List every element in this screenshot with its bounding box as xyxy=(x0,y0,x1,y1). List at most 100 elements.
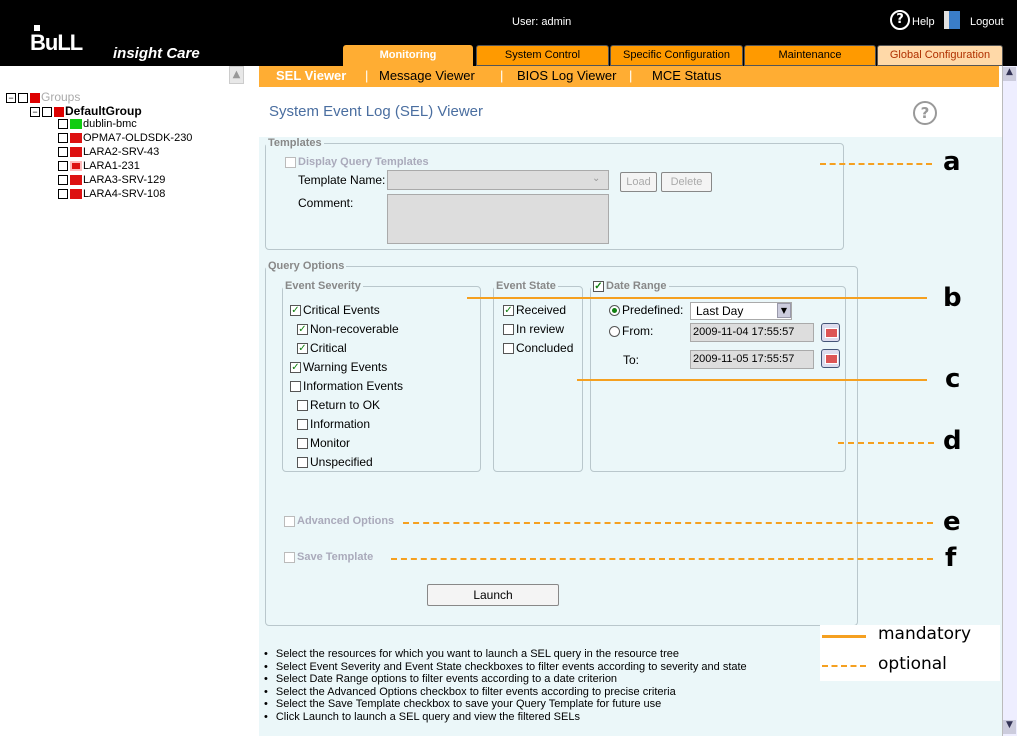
tree-root[interactable]: − Groups xyxy=(6,90,80,104)
tree-checkbox[interactable] xyxy=(58,161,68,172)
logout-link[interactable]: Logout xyxy=(970,16,1004,28)
tree-checkbox[interactable] xyxy=(58,133,68,144)
delete-button[interactable]: Delete xyxy=(661,172,712,192)
checkbox[interactable] xyxy=(297,400,308,412)
display-query-templates-checkbox[interactable]: Display Query Templates xyxy=(285,156,429,168)
comment-textarea[interactable] xyxy=(387,194,609,244)
checkbox[interactable]: ✓ xyxy=(297,343,308,355)
logout-icon[interactable] xyxy=(944,11,960,29)
severity-label: Information xyxy=(310,417,371,431)
instruction-item: Select Event Severity and Event State ch… xyxy=(264,661,747,674)
subtab-mce-status[interactable]: MCE Status xyxy=(652,68,721,83)
tree-checkbox[interactable] xyxy=(58,189,68,200)
tree-item[interactable]: LARA3-SRV-129 xyxy=(58,174,165,186)
vertical-scrollbar[interactable] xyxy=(1002,66,1017,736)
checkbox[interactable] xyxy=(290,381,301,393)
from-radio[interactable]: From: xyxy=(609,324,653,338)
tree-item-label: LARA4-SRV-108 xyxy=(83,188,166,200)
annotation-letter-c: c xyxy=(945,364,961,394)
state-checkbox-item[interactable]: In review xyxy=(503,322,564,336)
tab-maintenance[interactable]: Maintenance xyxy=(744,45,876,66)
checkbox[interactable] xyxy=(297,457,308,469)
subtab-separator: | xyxy=(500,68,504,83)
tree-item[interactable]: LARA1-231 xyxy=(58,160,140,172)
tree-scroll-up[interactable]: ▲ xyxy=(229,66,244,84)
subtab-bios-log-viewer[interactable]: BIOS Log Viewer xyxy=(517,68,616,83)
predefined-label: Predefined: xyxy=(622,303,684,317)
annotation-line-f xyxy=(391,558,933,560)
date-range-checkbox[interactable]: ✓ xyxy=(593,280,604,292)
severity-checkbox-item[interactable]: Monitor xyxy=(297,436,350,450)
tree-checkbox[interactable] xyxy=(58,119,68,130)
checkbox[interactable] xyxy=(297,438,308,450)
display-query-templates-label: Display Query Templates xyxy=(298,156,429,168)
calendar-icon[interactable] xyxy=(821,349,840,368)
instruction-item: Select the resources for which you want … xyxy=(264,648,747,661)
user-label: User: admin xyxy=(512,16,572,28)
severity-checkbox-item[interactable]: Return to OK xyxy=(297,398,380,412)
subtab-sel-viewer[interactable]: SEL Viewer xyxy=(276,68,346,83)
tree-item[interactable]: OPMA7-OLDSDK-230 xyxy=(58,132,192,144)
tree-item[interactable]: dublin-bmc xyxy=(58,118,137,130)
query-options-legend: Query Options xyxy=(268,260,345,272)
checkbox[interactable] xyxy=(503,343,514,355)
scroll-up-arrow[interactable]: ▲ xyxy=(1003,67,1016,81)
optional-line-sample xyxy=(822,665,866,667)
from-date-input[interactable]: 2009-11-04 17:55:57 xyxy=(690,323,814,342)
to-date-input[interactable]: 2009-11-05 17:55:57 xyxy=(690,350,814,369)
calendar-icon[interactable] xyxy=(821,323,840,342)
subtab-message-viewer[interactable]: Message Viewer xyxy=(379,68,475,83)
tab-system-control[interactable]: System Control xyxy=(476,45,609,66)
tree-item-label: LARA3-SRV-129 xyxy=(83,174,166,186)
annotation-letter-f: f xyxy=(945,543,957,573)
template-name-select[interactable] xyxy=(387,170,609,190)
collapse-icon[interactable]: − xyxy=(30,107,40,118)
checkbox[interactable] xyxy=(285,156,296,168)
tree-checkbox[interactable] xyxy=(58,175,68,186)
chevron-down-icon[interactable]: ▼ xyxy=(777,303,791,318)
sub-navigation: SEL Viewer | Message Viewer | BIOS Log V… xyxy=(259,66,999,87)
help-link[interactable]: Help xyxy=(912,16,935,28)
tree-item[interactable]: LARA2-SRV-43 xyxy=(58,146,159,158)
advanced-options-checkbox[interactable]: Advanced Options xyxy=(284,515,394,527)
state-checkbox-item[interactable]: ✓ Received xyxy=(503,303,566,317)
severity-checkbox-item[interactable]: ✓ Warning Events xyxy=(290,360,387,374)
tab-global-configuration[interactable]: Global Configuration xyxy=(877,45,1003,66)
tree-checkbox[interactable] xyxy=(18,93,28,104)
checkbox[interactable]: ✓ xyxy=(290,362,301,374)
tree-checkbox[interactable] xyxy=(58,147,68,158)
checkbox[interactable] xyxy=(284,515,295,527)
tree-item[interactable]: LARA4-SRV-108 xyxy=(58,188,165,200)
severity-checkbox-item[interactable]: ✓ Critical xyxy=(297,341,347,355)
state-checkbox-item[interactable]: Concluded xyxy=(503,341,573,355)
checkbox[interactable] xyxy=(297,419,308,431)
date-range-legend: Date Range xyxy=(606,280,667,292)
checkbox[interactable] xyxy=(284,551,295,563)
launch-button[interactable]: Launch xyxy=(427,584,559,606)
tree-item-label: dublin-bmc xyxy=(83,118,137,130)
tab-monitoring[interactable]: Monitoring xyxy=(343,45,473,66)
template-name-label: Template Name: xyxy=(298,173,386,187)
load-button[interactable]: Load xyxy=(620,172,657,192)
severity-checkbox-item[interactable]: Information Events xyxy=(290,379,403,393)
tree-checkbox[interactable] xyxy=(42,107,52,118)
radio[interactable] xyxy=(609,326,620,338)
checkbox[interactable] xyxy=(503,324,514,336)
radio[interactable] xyxy=(609,305,620,317)
scroll-down-arrow[interactable]: ▼ xyxy=(1003,720,1016,734)
checkbox[interactable]: ✓ xyxy=(297,324,308,336)
severity-checkbox-item[interactable]: ✓ Non-recoverable xyxy=(297,322,399,336)
predefined-radio[interactable]: Predefined: xyxy=(609,303,683,317)
collapse-icon[interactable]: − xyxy=(6,93,16,104)
checkbox[interactable]: ✓ xyxy=(503,305,514,317)
severity-checkbox-item[interactable]: Unspecified xyxy=(297,455,373,469)
save-template-checkbox[interactable]: Save Template xyxy=(284,551,373,563)
checkbox[interactable]: ✓ xyxy=(290,305,301,317)
help-icon[interactable]: ? xyxy=(913,101,937,125)
severity-checkbox-item[interactable]: Information xyxy=(297,417,370,431)
severity-checkbox-item[interactable]: ✓ Critical Events xyxy=(290,303,380,317)
tab-specific-configuration[interactable]: Specific Configuration xyxy=(610,45,743,66)
help-icon[interactable]: ? xyxy=(890,10,910,30)
tree-group[interactable]: − DefaultGroup xyxy=(30,104,142,118)
annotation-letter-b: b xyxy=(943,283,962,313)
